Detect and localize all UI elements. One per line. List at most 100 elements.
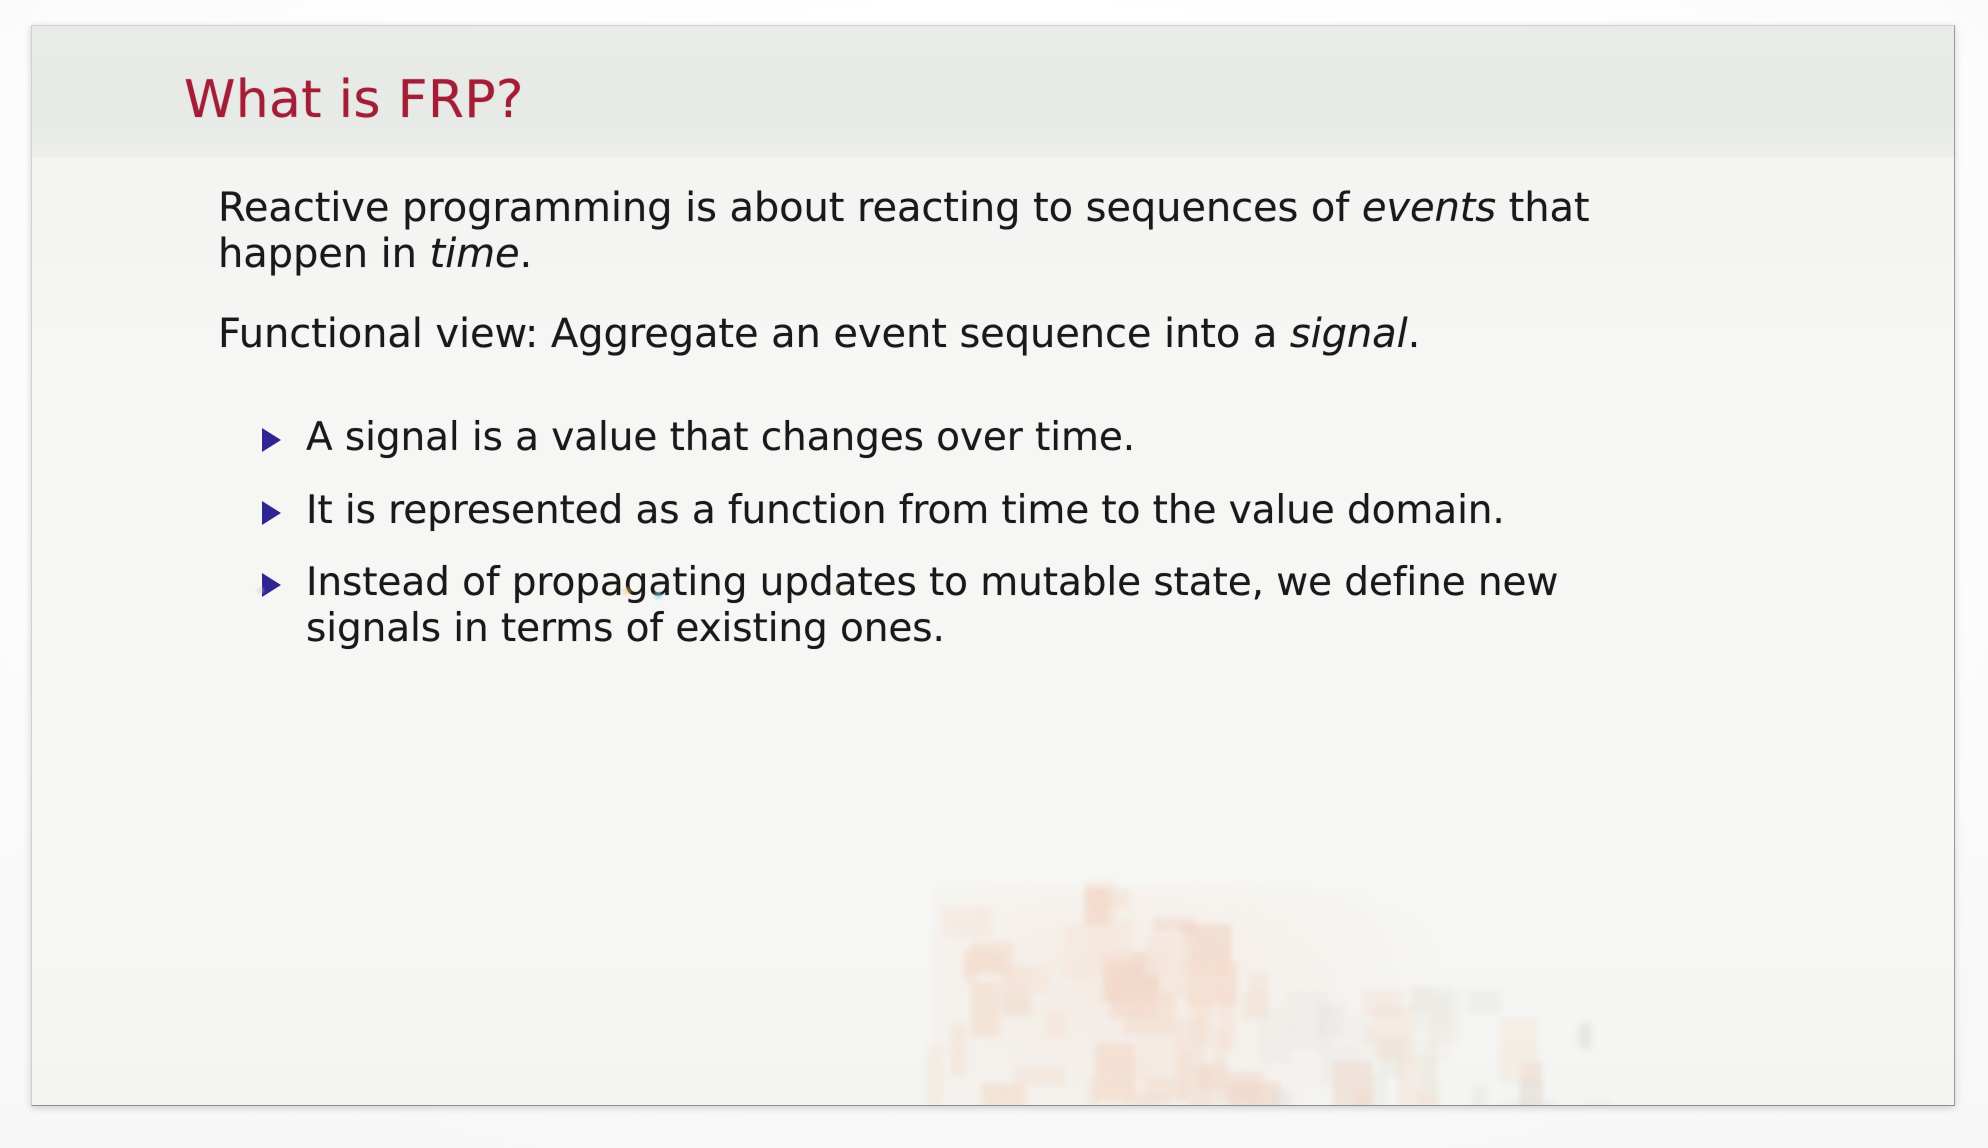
triangle-bullet-icon [262,428,281,452]
ghost-block [1174,1019,1207,1076]
ghost-block [1087,1079,1101,1105]
ghost-block [1063,924,1116,978]
ghost-block [1084,880,1118,920]
ghost-block [1188,1069,1214,1105]
ghost-block [1271,1089,1293,1105]
ghost-block [1584,1099,1611,1105]
ghost-block [1140,1034,1187,1084]
presentation-capture: What is FRP? Reactive programming is abo… [0,0,1988,1148]
ghost-block [1412,985,1454,1032]
ghost-block [1084,920,1133,962]
ghost-block [1175,964,1218,995]
ghost-block [1123,1095,1152,1105]
ghost-block [1154,944,1176,1006]
ghost-block [1182,924,1232,978]
text-run: . [1407,311,1421,357]
ghost-block [971,982,1001,1037]
ghost-block [1124,992,1177,1036]
text-run: . [519,231,533,277]
bullet-list: A signal is a value that changes over ti… [218,415,1598,652]
ghost-block [1258,1007,1292,1064]
list-item: It is represented as a function from tim… [262,488,1598,534]
ghost-block [1047,1012,1066,1037]
ghost-block [1317,1042,1360,1089]
ghost-block [1378,1032,1417,1066]
ghost-block [1428,1079,1442,1103]
ghost-block [1362,989,1403,1017]
ghost-block [1353,1091,1372,1105]
emphasis-time: time [429,231,520,277]
ghost-block [1333,1061,1373,1105]
ghost-block [1218,988,1234,1051]
slide: What is FRP? Reactive programming is abo… [31,25,1955,1106]
ghost-block [1177,1049,1191,1103]
ghost-block [950,1023,967,1077]
ghost-block [1087,889,1130,909]
ghost-block [1199,1062,1228,1090]
slide-header-band: What is FRP? [32,26,1954,157]
ghost-block [1186,960,1237,1006]
ghost-block [1214,1031,1227,1085]
ghost-block [1001,963,1049,994]
ghost-block [1175,981,1225,998]
list-item: A signal is a value that changes over ti… [262,415,1598,461]
ghost-block [942,906,992,938]
ghost-block [964,953,1007,976]
slide-content: Reactive programming is about reacting t… [218,185,1598,652]
ghost-block [1189,1001,1215,1048]
ghost-block [1467,989,1503,1014]
ghost-block [1153,917,1196,933]
text-run: Functional view: Aggregate an event sequ… [218,311,1290,357]
list-item-label: Instead of propagating updates to mutabl… [306,560,1559,651]
ghost-block [1470,1085,1488,1105]
ghost-block [1249,972,1268,1014]
ghost-block [1195,1002,1207,1042]
list-item-label: A signal is a value that changes over ti… [306,415,1136,460]
list-item-label: It is represented as a function from tim… [306,487,1505,533]
ghost-block [1416,1092,1439,1105]
ghost-block [1577,1022,1593,1050]
ghost-block [1396,1056,1438,1105]
ghost-wash [932,887,1452,1105]
paragraph-reactive-programming: Reactive programming is about reacting t… [218,185,1598,277]
ghost-block [1137,1094,1170,1105]
slide-body: Reactive programming is about reacting t… [32,157,1954,1105]
ghost-block [1348,1015,1377,1060]
ghost-block [1215,1071,1264,1104]
ghost-block [1110,963,1160,1018]
emphasis-signal: signal [1289,311,1408,357]
ghost-block [1105,1057,1153,1105]
ghost-block [1242,991,1269,1021]
ghost-block [1288,991,1328,1049]
ghost-block [1094,1043,1135,1100]
ghost-block [1321,1044,1351,1085]
ghost-block [1374,1006,1415,1060]
ghost-block [1425,990,1463,1047]
paragraph-functional-view: Functional view: Aggregate an event sequ… [218,311,1598,357]
ghost-block [1378,1037,1406,1078]
ghost-block [964,947,977,984]
ghost-block [1418,1038,1439,1090]
ghost-block [1363,1025,1376,1044]
list-item: Instead of propagating updates to mutabl… [262,560,1598,651]
ghost-block [1354,1075,1388,1105]
ghost-block [1145,1077,1188,1103]
ghost-block [1316,1004,1346,1040]
ghost-block [1103,952,1158,1002]
ghost-block [1013,1066,1065,1086]
ghost-block [1517,1078,1544,1105]
ghost-block [1352,1070,1386,1089]
ghost-block [925,1044,944,1105]
ghost-block [971,941,1013,971]
ghost-block [1497,1101,1526,1105]
ghost-block [976,946,998,960]
text-run: Reactive programming is about reacting t… [218,185,1362,231]
ghost-block [1518,1100,1557,1105]
video-compression-ghost-artifact [912,857,1632,1105]
ghost-block [1229,1081,1282,1105]
emphasis-events: events [1361,185,1497,231]
ghost-block [1146,934,1192,976]
ghost-block [1084,888,1110,926]
triangle-bullet-icon [262,573,281,598]
ghost-block [1408,987,1432,1012]
